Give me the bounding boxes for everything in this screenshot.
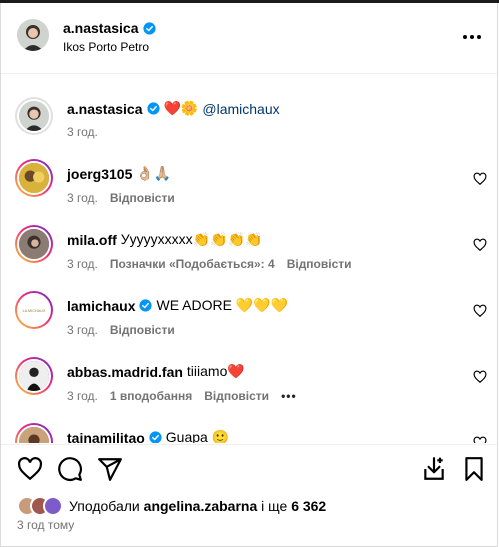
comment-line: lamichaux WE ADORE 💛💛💛 [67,297,288,314]
avatar [43,496,63,516]
comment-line: joerg3105 👌🏼🙏🏼 [67,165,171,182]
liker-avatars [17,496,63,516]
comment-username[interactable]: tainamilitao [67,430,145,444]
likes-user[interactable]: angelina.zabarna [144,498,258,514]
verified-badge-icon [146,102,160,115]
comment-username[interactable]: abbas.madrid.fan [67,364,183,380]
comment-line: mila.off Уууууххххх👏👏👏👏 [67,231,262,248]
comments-list[interactable]: a.nastasica ❤️🌼 @lamichaux 3 год. joerg3 [1,75,497,443]
bookmark-icon[interactable] [461,456,487,482]
comment-username[interactable]: lamichaux [67,298,135,314]
more-horizontal-icon [463,35,481,39]
comment-like-icon[interactable] [473,238,487,252]
comment-like-icon[interactable] [473,304,487,318]
comment-like-icon[interactable] [473,370,487,384]
likes-summary[interactable]: Уподобали angelina.zabarna і ще 6 362 [17,495,326,517]
comment-like-icon[interactable] [473,436,487,443]
likes-prefix: Уподобали [69,498,140,514]
comment-username[interactable]: mila.off [67,232,117,248]
comment-line: tainamilitao Guapa 🙂 [67,429,229,443]
post-location[interactable]: Ikos Porto Petro [63,40,149,54]
comment-icon[interactable] [57,456,83,482]
avatar[interactable] [17,19,49,51]
comment-text: WE ADORE 💛💛💛 [156,297,289,313]
comment-text: Уууууххххх👏👏👏👏 [120,231,263,247]
caption-emojis: ❤️🌼 [163,100,199,116]
post-panel: a.nastasica Ikos Porto Petro a.nastasica… [0,3,498,547]
reply-button[interactable]: Відповісти [204,389,269,403]
verified-badge-icon [142,21,156,35]
caption-mention[interactable]: @lamichaux [202,101,279,117]
verified-badge-icon [139,299,153,312]
comment-text: 👌🏼🙏🏼 [136,165,172,181]
comment-time[interactable]: 3 год. [67,191,98,205]
avatar[interactable] [15,159,53,197]
comment-line: abbas.madrid.fan tiiiamo❤️ [67,363,245,380]
likes-count[interactable]: 6 362 [291,498,326,514]
comment-likes-count[interactable]: Позначки «Подобається»: 4 [110,257,275,271]
verified-badge-icon [149,431,162,443]
comment-meta: 3 год. Відповісти [67,323,175,337]
avatar[interactable] [15,225,53,263]
post-author[interactable]: a.nastasica [63,20,156,36]
comment-username[interactable]: joerg3105 [67,166,132,182]
avatar[interactable] [15,97,53,135]
comment-like-icon[interactable] [473,172,487,186]
avatar[interactable]: LA MICHAUX [15,291,53,329]
svg-text:LA MICHAUX: LA MICHAUX [23,309,46,313]
comment-text: tiiiamo❤️ [186,363,245,379]
more-options-button[interactable] [458,23,486,51]
reply-button[interactable]: Відповісти [110,323,175,337]
reply-button[interactable]: Відповісти [110,191,175,205]
comment-text: Guapa 🙂 [165,429,230,443]
comment-time[interactable]: 3 год. [67,257,98,271]
avatar[interactable] [15,357,53,395]
heart-icon[interactable] [17,456,43,482]
comment-meta: 3 год. 1 вподобання Відповісти ••• [67,389,297,403]
reply-button[interactable]: Відповісти [287,257,352,271]
caption-username[interactable]: a.nastasica [67,101,143,117]
post-author-name[interactable]: a.nastasica [63,20,139,36]
comment-likes-count[interactable]: 1 вподобання [110,389,192,403]
caption-time[interactable]: 3 год. [67,125,98,139]
comment-more-icon[interactable]: ••• [281,389,297,403]
caption-text: a.nastasica ❤️🌼 @lamichaux [67,100,280,117]
post-timestamp[interactable]: 3 год тому [17,518,74,532]
avatar[interactable] [15,423,53,443]
comment-meta: 3 год. Відповісти [67,191,175,205]
post-actions-bar [1,444,497,494]
caption-meta: 3 год. [67,125,98,139]
post-header: a.nastasica Ikos Porto Petro [1,3,497,74]
likes-middle: і ще [261,498,288,514]
share-icon[interactable] [97,456,123,482]
save-to-collection-icon[interactable] [421,456,447,482]
comment-time[interactable]: 3 год. [67,323,98,337]
comment-meta: 3 год. Позначки «Подобається»: 4 Відпові… [67,257,352,271]
comment-time[interactable]: 3 год. [67,389,98,403]
